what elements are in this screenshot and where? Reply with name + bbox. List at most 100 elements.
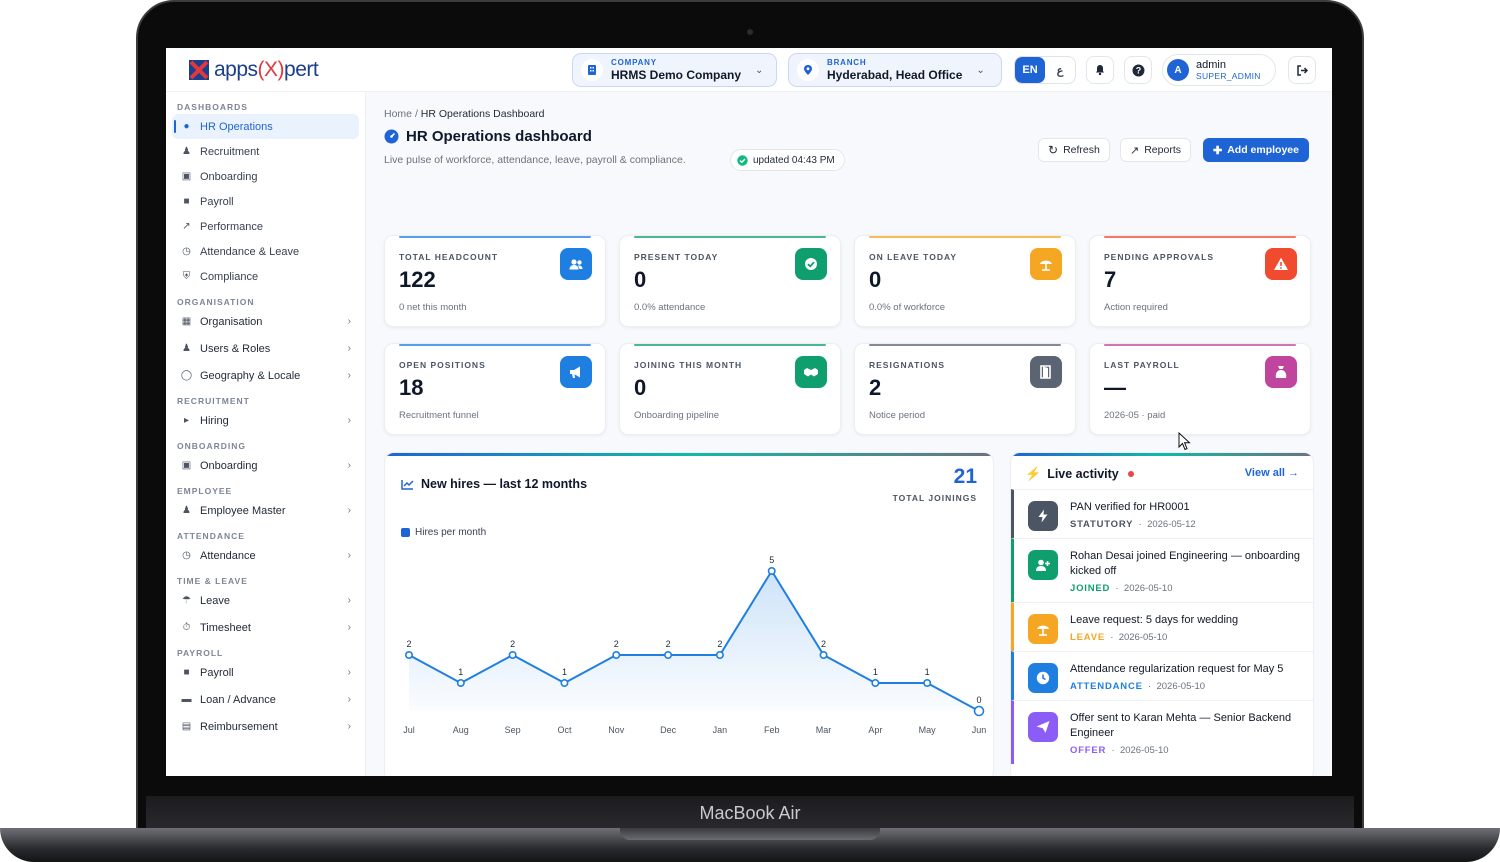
data-point[interactable]: [973, 705, 985, 717]
section-organisation: ORGANISATION: [177, 297, 255, 307]
sidebar-item-performance[interactable]: ↗ Performance: [172, 214, 359, 239]
globe-icon: ◯: [180, 370, 193, 381]
clock-icon: ◷: [182, 246, 191, 257]
sidebar-item-attendance-leave[interactable]: ◷ Attendance & Leave: [172, 239, 359, 264]
data-point[interactable]: [819, 651, 828, 660]
add-employee-button[interactable]: ✚ Add employee: [1203, 138, 1309, 162]
chart-legend[interactable]: Hires per month: [401, 527, 486, 538]
data-point[interactable]: [508, 651, 517, 660]
kpi-value: 18: [399, 375, 424, 400]
data-point[interactable]: [404, 651, 413, 660]
kpi-card-present-today[interactable]: PRESENT TODAY 0 0.0% attendance: [619, 235, 841, 327]
help-icon: ?: [1132, 64, 1144, 76]
handshake-icon: [795, 356, 827, 388]
sidebar-item-onboarding[interactable]: ▣ Onboarding: [172, 164, 359, 189]
data-point[interactable]: [456, 679, 465, 688]
paper-plane-icon: [1028, 712, 1058, 742]
x-tick-label: Dec: [660, 725, 677, 735]
activity-item[interactable]: Attendance regularization request for Ma…: [1011, 651, 1313, 700]
umbrella-beach-icon: ☂: [182, 595, 191, 606]
logout-icon: [1296, 64, 1308, 76]
logout-button[interactable]: [1288, 56, 1316, 84]
chart-title: New hires — last 12 months: [401, 477, 587, 491]
mouse-cursor-icon: [1178, 432, 1191, 451]
page-subtitle: Live pulse of workforce, attendance, lea…: [384, 154, 686, 166]
activity-meta: LEAVE · 2026-05-10: [1070, 632, 1168, 643]
language-switch[interactable]: EN ع: [1014, 56, 1076, 84]
sidebar-item-hiring[interactable]: ▸ Hiring ›: [172, 408, 359, 433]
lang-ar[interactable]: ع: [1045, 57, 1075, 83]
data-label: 1: [873, 667, 878, 677]
line-chart: 2 Jul 1 Aug 2 Sep 1 Oct 2 Nov 2 Dec 2 Jan 5 Feb 2 Mar 1 Apr…: [403, 555, 986, 735]
activity-item[interactable]: Rohan Desai joined Engineering — onboard…: [1011, 538, 1313, 602]
data-point[interactable]: [871, 679, 880, 688]
sidebar-item-hr-operations[interactable]: ● HR Operations: [172, 114, 359, 139]
activity-item[interactable]: Leave request: 5 days for wedding LEAVE ·…: [1011, 602, 1313, 651]
kpi-card-on-leave-today[interactable]: ON LEAVE TODAY 0 0.0% of workforce: [854, 235, 1076, 327]
refresh-button[interactable]: ↻ Refresh: [1038, 138, 1110, 162]
svg-text:?: ?: [1135, 65, 1141, 75]
kpi-card-pending-approvals[interactable]: PENDING APPROVALS 7 Action required: [1089, 235, 1311, 327]
sidebar-item-reimbursement[interactable]: ▤ Reimbursement ›: [172, 714, 359, 739]
sidebar-item-employee-master[interactable]: ♟ Employee Master ›: [172, 498, 359, 523]
data-point[interactable]: [664, 651, 673, 660]
data-point[interactable]: [715, 651, 724, 660]
branch-selector[interactable]: BRANCH Hyderabad, Head Office ⌄: [788, 53, 1002, 87]
sidebar-item-payroll-group[interactable]: ■ Payroll ›: [172, 660, 359, 685]
chevron-right-icon: ›: [347, 622, 351, 633]
chevron-down-icon: ⌄: [755, 64, 764, 76]
kpi-card-total-headcount[interactable]: TOTAL HEADCOUNT 122 0 net this month: [384, 235, 606, 327]
kpi-card-open-positions[interactable]: OPEN POSITIONS 18 Recruitment funnel: [384, 343, 606, 435]
sidebar-item-users-roles[interactable]: ♟ Users & Roles ›: [172, 336, 359, 361]
sidebar-item-geography-locale[interactable]: ◯ Geography & Locale ›: [172, 363, 359, 388]
sidebar-item-payroll[interactable]: ■ Payroll: [172, 189, 359, 214]
handshake-icon: ▣: [181, 460, 192, 471]
data-point[interactable]: [923, 679, 932, 688]
company-caption: COMPANY: [611, 58, 657, 67]
section-time-leave: TIME & LEAVE: [177, 576, 248, 586]
data-point[interactable]: [560, 679, 569, 688]
dashboard-gauge-icon: ●: [183, 121, 190, 132]
sidebar-item-leave[interactable]: ☂ Leave ›: [172, 588, 359, 613]
kpi-card-resignations[interactable]: RESIGNATIONS 2 Notice period: [854, 343, 1076, 435]
breadcrumb-home[interactable]: Home: [384, 108, 412, 120]
sidebar-item-attendance[interactable]: ◷ Attendance ›: [172, 543, 359, 568]
app-logo[interactable]: apps(X)pert: [188, 58, 319, 82]
help-button[interactable]: ?: [1124, 56, 1152, 84]
activity-item[interactable]: Offer sent to Karan Mehta — Senior Backe…: [1011, 700, 1313, 764]
data-label: 2: [821, 639, 826, 649]
activity-tag: JOINED: [1070, 583, 1111, 594]
reports-button[interactable]: ↗ Reports: [1120, 138, 1191, 162]
view-all-link[interactable]: View all →: [1245, 467, 1299, 479]
sidebar-item-timesheet[interactable]: ⏱ Timesheet ›: [172, 615, 359, 640]
x-tick-label: Feb: [764, 725, 780, 735]
user-menu[interactable]: A admin SUPER_ADMIN: [1162, 54, 1276, 86]
data-point[interactable]: [767, 566, 776, 575]
sidebar-item-organisation[interactable]: ▦ Organisation ›: [172, 309, 359, 334]
data-label: 2: [510, 639, 515, 649]
notifications-button[interactable]: [1086, 56, 1114, 84]
company-selector[interactable]: COMPANY HRMS Demo Company ⌄: [572, 53, 777, 87]
kpi-card-last-payroll[interactable]: LAST PAYROLL — 2026-05 · paid: [1089, 343, 1311, 435]
activity-item[interactable]: PAN verified for HR0001 STATUTORY · 2026-…: [1011, 489, 1313, 538]
sidebar-item-compliance[interactable]: ⛨ Compliance: [172, 264, 359, 289]
chart-line-icon: ↗: [1130, 144, 1140, 157]
kpi-card-joining-this-month[interactable]: JOINING THIS MONTH 0 Onboarding pipeline: [619, 343, 841, 435]
laptop-notch: [620, 828, 880, 840]
handshake-icon: ▣: [181, 171, 192, 182]
money-bag-icon: [1265, 356, 1297, 388]
x-tick-label: Apr: [868, 725, 882, 735]
chevron-right-icon: ›: [347, 460, 351, 471]
umbrella-beach-icon: [1030, 248, 1062, 280]
sidebar-item-onboarding-group[interactable]: ▣ Onboarding ›: [172, 453, 359, 478]
data-point[interactable]: [612, 651, 621, 660]
lang-en[interactable]: EN: [1015, 57, 1045, 83]
data-label: 2: [666, 639, 671, 649]
activity-date: 2026-05-10: [1156, 681, 1206, 692]
screen: apps(X)pert COMPANY HRMS Demo Company ⌄ …: [166, 48, 1332, 776]
chevron-right-icon: ›: [347, 721, 351, 732]
user-plus-icon: [1028, 550, 1058, 580]
activity-text: PAN verified for HR0001: [1070, 501, 1190, 513]
sidebar-item-recruitment[interactable]: ♟ Recruitment: [172, 139, 359, 164]
sidebar-item-loan-advance[interactable]: ▬ Loan / Advance ›: [172, 687, 359, 712]
